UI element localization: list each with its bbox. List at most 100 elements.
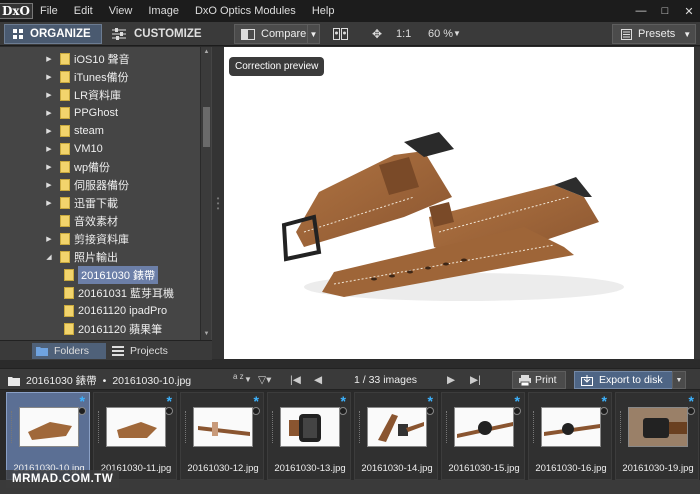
tab-organize[interactable]: ORGANIZE — [4, 24, 102, 44]
thumbnail[interactable]: * 20161030-11.jpg — [93, 392, 177, 480]
thumbnail[interactable]: * 20161030-12.jpg — [180, 392, 264, 480]
folder-icon — [60, 215, 70, 227]
folder-item[interactable]: ▶ VM10 — [44, 140, 103, 158]
thumbnail[interactable]: * 20161030-10.jpg — [6, 392, 90, 480]
last-image-icon[interactable]: ▶| — [470, 373, 481, 387]
zoom-level[interactable]: 60 % — [428, 26, 453, 42]
next-image-icon[interactable]: ▶ — [447, 373, 455, 387]
scrollbar-thumb[interactable] — [203, 107, 210, 147]
tab-organize-label: ORGANIZE — [30, 28, 91, 40]
expand-arrow-icon[interactable]: ▶ — [44, 145, 54, 153]
folder-icon — [60, 53, 70, 65]
status-dot-icon — [165, 407, 173, 415]
menu-view[interactable]: View — [101, 0, 141, 22]
zoom-ratio[interactable]: 1:1 — [396, 26, 411, 42]
folder-icon — [36, 347, 48, 356]
thumbnail[interactable]: * 20161030-15.jpg — [441, 392, 525, 480]
tab-customize[interactable]: CUSTOMIZE — [108, 24, 202, 44]
folder-item[interactable]: ▶ wp備份 — [44, 158, 110, 176]
maximize-icon[interactable]: □ — [658, 4, 672, 18]
tab-projects[interactable]: Projects — [112, 343, 168, 359]
first-image-icon[interactable]: |◀ — [290, 373, 301, 387]
menu-edit[interactable]: Edit — [66, 0, 101, 22]
filter-icon[interactable]: ▽▾ — [258, 373, 271, 387]
thumbnail-label: 20161030-14.jpg — [361, 463, 433, 474]
collapse-arrow-icon[interactable]: ◢ — [44, 253, 54, 261]
expand-arrow-icon[interactable]: ▶ — [44, 235, 54, 243]
folder-item[interactable]: ▶ 伺服器備份 — [44, 176, 129, 194]
folder-icon — [60, 251, 70, 263]
minimize-icon[interactable]: — — [634, 4, 648, 18]
scroll-up-icon[interactable]: ▲ — [201, 47, 212, 57]
tab-folders[interactable]: Folders — [32, 343, 106, 359]
expand-arrow-icon[interactable]: ▶ — [44, 91, 54, 99]
menu-image[interactable]: Image — [140, 0, 187, 22]
folder-item[interactable]: ▶ PPGhost — [44, 104, 118, 122]
folder-item[interactable]: 音效素材 — [44, 212, 118, 230]
folder-item[interactable]: ▶ 剪接資料庫 — [44, 230, 129, 248]
print-button[interactable]: Print — [512, 371, 566, 389]
status-dot-icon — [600, 407, 608, 415]
expand-arrow-icon[interactable]: ▶ — [44, 199, 54, 207]
thumbnail[interactable]: * 20161030-19.jpg — [615, 392, 699, 480]
app-logo-text: DxO — [0, 3, 34, 19]
folder-tree-panel: ▶ iOS10 聲音 ▶ iTunes備份 ▶ LR資料庫 ▶ PPGhost ▶ ste… — [0, 47, 212, 340]
expand-arrow-icon[interactable]: ▶ — [44, 73, 54, 81]
close-icon[interactable]: ✕ — [682, 4, 696, 18]
tab-customize-label: CUSTOMIZE — [134, 28, 202, 40]
filmstrip-toolbar: 20161030 錶帶 • 20161030-10.jpg a z ▼ ▽▾ |… — [0, 368, 700, 390]
move-icon[interactable]: ✥ — [369, 26, 385, 42]
tab-projects-label: Projects — [130, 345, 168, 357]
folder-icon — [60, 143, 70, 155]
menu-help[interactable]: Help — [304, 0, 343, 22]
menu-file[interactable]: File — [32, 0, 66, 22]
side-by-side-icon[interactable] — [332, 26, 348, 42]
folder-tree-scrollbar[interactable]: ▲ ▼ — [200, 47, 211, 340]
scroll-down-icon[interactable]: ▼ — [201, 329, 212, 339]
folder-icon — [60, 107, 70, 119]
expand-arrow-icon[interactable]: ▶ — [44, 163, 54, 171]
compare-button[interactable]: Compare ▼ — [234, 24, 320, 44]
list-icon — [112, 346, 124, 356]
thumbnail[interactable]: * 20161030-13.jpg — [267, 392, 351, 480]
sort-chevron-icon[interactable]: ▼ — [244, 373, 252, 387]
menu-bar: DxO File Edit View Image DxO Optics Modu… — [0, 0, 700, 22]
panel-splitter[interactable]: • • • — [212, 47, 224, 359]
chevron-down-icon[interactable]: ▼ — [672, 371, 686, 389]
thumbnail[interactable]: * 20161030-14.jpg — [354, 392, 438, 480]
folder-item[interactable]: 20161120 ipadPro — [58, 302, 167, 320]
folder-item[interactable]: ▶ iTunes備份 — [44, 68, 129, 86]
thumbnail-image — [367, 407, 427, 447]
folder-item[interactable]: 20161031 藍芽耳機 — [58, 284, 174, 302]
folder-item[interactable]: ◢ 照片輸出 — [44, 248, 118, 266]
folder-item[interactable]: ▶ 迅雷下載 — [44, 194, 118, 212]
folder-icon — [60, 197, 70, 209]
menu-optics-modules[interactable]: DxO Optics Modules — [187, 0, 304, 22]
presets-button[interactable]: Presets ▼ — [612, 24, 696, 44]
folder-item-selected[interactable]: 20161030 錶帶 — [58, 266, 158, 284]
preview-side-strip — [694, 47, 700, 359]
chevron-down-icon[interactable]: ▼ — [307, 25, 319, 43]
expand-arrow-icon[interactable]: ▶ — [44, 55, 54, 63]
sort-icon[interactable]: a z — [233, 373, 244, 381]
folder-item[interactable]: ▶ steam — [44, 122, 104, 140]
export-to-disk-button[interactable]: Export to disk ▼ — [574, 371, 686, 389]
expand-arrow-icon[interactable]: ▶ — [44, 181, 54, 189]
expand-arrow-icon[interactable]: ▶ — [44, 109, 54, 117]
presets-icon — [621, 28, 632, 40]
previous-image-icon[interactable]: ◀ — [314, 373, 322, 387]
thumbnail[interactable]: * 20161030-16.jpg — [528, 392, 612, 480]
compare-icon — [241, 28, 255, 40]
expand-arrow-icon[interactable]: ▶ — [44, 127, 54, 135]
grid-icon — [13, 28, 23, 39]
folder-item[interactable]: 20161120 蘋果筆 — [58, 320, 162, 338]
status-dot-icon — [339, 407, 347, 415]
zoom-chevron-icon[interactable]: ▼ — [453, 26, 461, 42]
thumbnail-image — [193, 407, 253, 447]
folder-icon — [60, 71, 70, 83]
folder-item[interactable]: ▶ LR資料庫 — [44, 86, 121, 104]
folder-item[interactable]: ▶ iOS10 聲音 — [44, 50, 130, 68]
image-preview[interactable]: Correction preview — [224, 47, 694, 359]
sliders-icon — [112, 28, 126, 40]
status-dot-icon — [513, 407, 521, 415]
